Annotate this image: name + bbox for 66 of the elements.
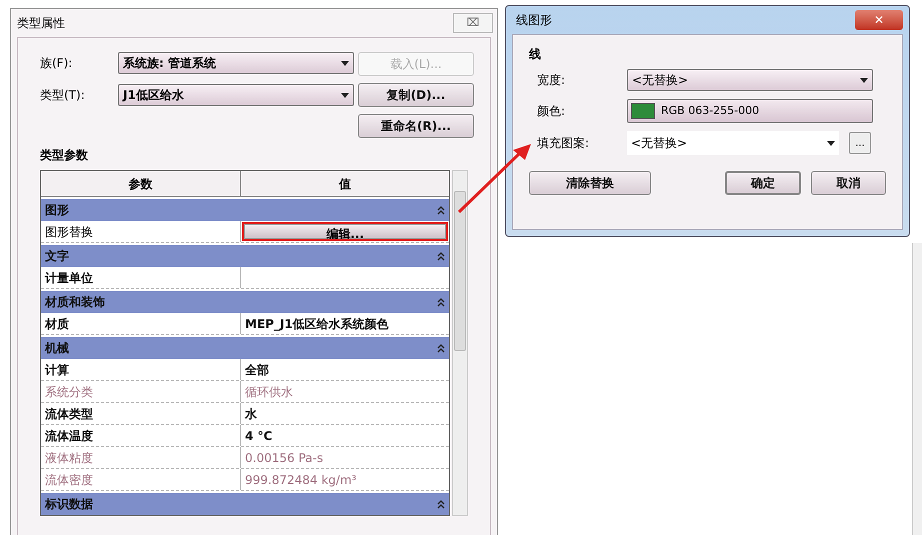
dialog-button[interactable]: 取消	[810, 171, 886, 195]
collapse-icon[interactable]	[437, 298, 446, 306]
table-cell-text: 999.872484 kg/m³	[244, 472, 358, 488]
group-label: 图形	[45, 202, 69, 219]
group-header[interactable]: 图形	[41, 199, 450, 221]
group-header[interactable]: 标识数据	[41, 493, 450, 515]
table-cell-text: 0.00156 Pa-s	[244, 450, 324, 466]
dialog-button[interactable]: 确定	[725, 171, 801, 195]
dropdown[interactable]: 系统族: 管道系统	[118, 52, 354, 74]
group-label: 材质和装饰	[45, 294, 105, 311]
table-cell-text: MEP_J1低区给水系统颜色	[244, 316, 390, 333]
collapse-icon[interactable]	[437, 344, 446, 352]
group-header[interactable]: 材质和装饰	[41, 291, 450, 313]
dropdown-arrow-icon	[341, 60, 349, 66]
table-cell-text: 循环供水	[244, 384, 294, 400]
dialog-button[interactable]: 清除替换	[529, 171, 652, 195]
dropdown-arrow-icon	[860, 78, 868, 82]
table-cell-text: 水	[244, 406, 258, 422]
table-cell: 流体温度	[41, 425, 241, 446]
table-cell: 材质	[41, 313, 241, 334]
column-header[interactable]: 参数	[41, 171, 241, 196]
section-label: 类型参数	[40, 147, 89, 164]
field-label: 族(F):	[40, 55, 74, 72]
color-button[interactable]: RGB 063-255-000	[627, 99, 873, 123]
scrollbar[interactable]	[912, 243, 922, 535]
field-label: 填充图案:	[537, 135, 590, 152]
table-cell: 流体类型	[41, 403, 241, 424]
dialog-button[interactable]: 重命名(R)...	[358, 114, 474, 138]
dropdown[interactable]: <无替换>	[627, 131, 839, 155]
table-cell-text: 全部	[244, 362, 270, 378]
scrollbar[interactable]	[452, 170, 468, 516]
collapse-icon[interactable]	[437, 206, 446, 214]
column-header[interactable]: 值	[241, 171, 450, 196]
collapse-icon[interactable]	[437, 252, 446, 260]
table-cell: 流体密度	[41, 469, 241, 490]
close-button[interactable]: ⌧	[453, 13, 493, 33]
table-cell: 系统分类	[41, 381, 241, 402]
edit-button[interactable]: 编辑...	[244, 224, 446, 239]
window-title: 类型属性	[17, 15, 65, 32]
dropdown-value: <无替换>	[632, 72, 688, 89]
browse-button[interactable]: ...	[849, 132, 871, 154]
field-label: 类型(T):	[40, 87, 86, 104]
table-cell-text: 4 °C	[244, 428, 274, 444]
group-label: 标识数据	[45, 496, 93, 513]
dropdown-value: J1低区给水	[123, 87, 184, 104]
table-cell: 图形替换	[41, 221, 241, 242]
table-cell: 计算	[41, 359, 241, 380]
dropdown[interactable]: <无替换>	[627, 69, 873, 91]
group-header[interactable]: 文字	[41, 245, 450, 267]
group-label: 文字	[45, 248, 69, 265]
close-button[interactable]: ✕	[855, 10, 903, 30]
window-title: 线图形	[515, 12, 552, 29]
dropdown-value: 系统族: 管道系统	[123, 55, 216, 72]
dropdown-arrow-icon	[827, 140, 835, 146]
dialog-button[interactable]: 复制(D)...	[358, 83, 474, 107]
field-label: 颜色:	[537, 103, 566, 120]
group-label: 机械	[45, 340, 69, 357]
group-header[interactable]: 机械	[41, 337, 450, 359]
group-label: 线	[529, 46, 542, 63]
collapse-icon[interactable]	[437, 500, 446, 508]
dropdown[interactable]: J1低区给水	[118, 84, 354, 106]
field-label: 宽度:	[537, 72, 566, 89]
table-cell: 液体粘度	[41, 447, 241, 468]
dropdown-value: <无替换>	[631, 135, 688, 152]
table-cell: 计量单位	[41, 267, 241, 288]
dropdown-arrow-icon	[341, 92, 349, 98]
